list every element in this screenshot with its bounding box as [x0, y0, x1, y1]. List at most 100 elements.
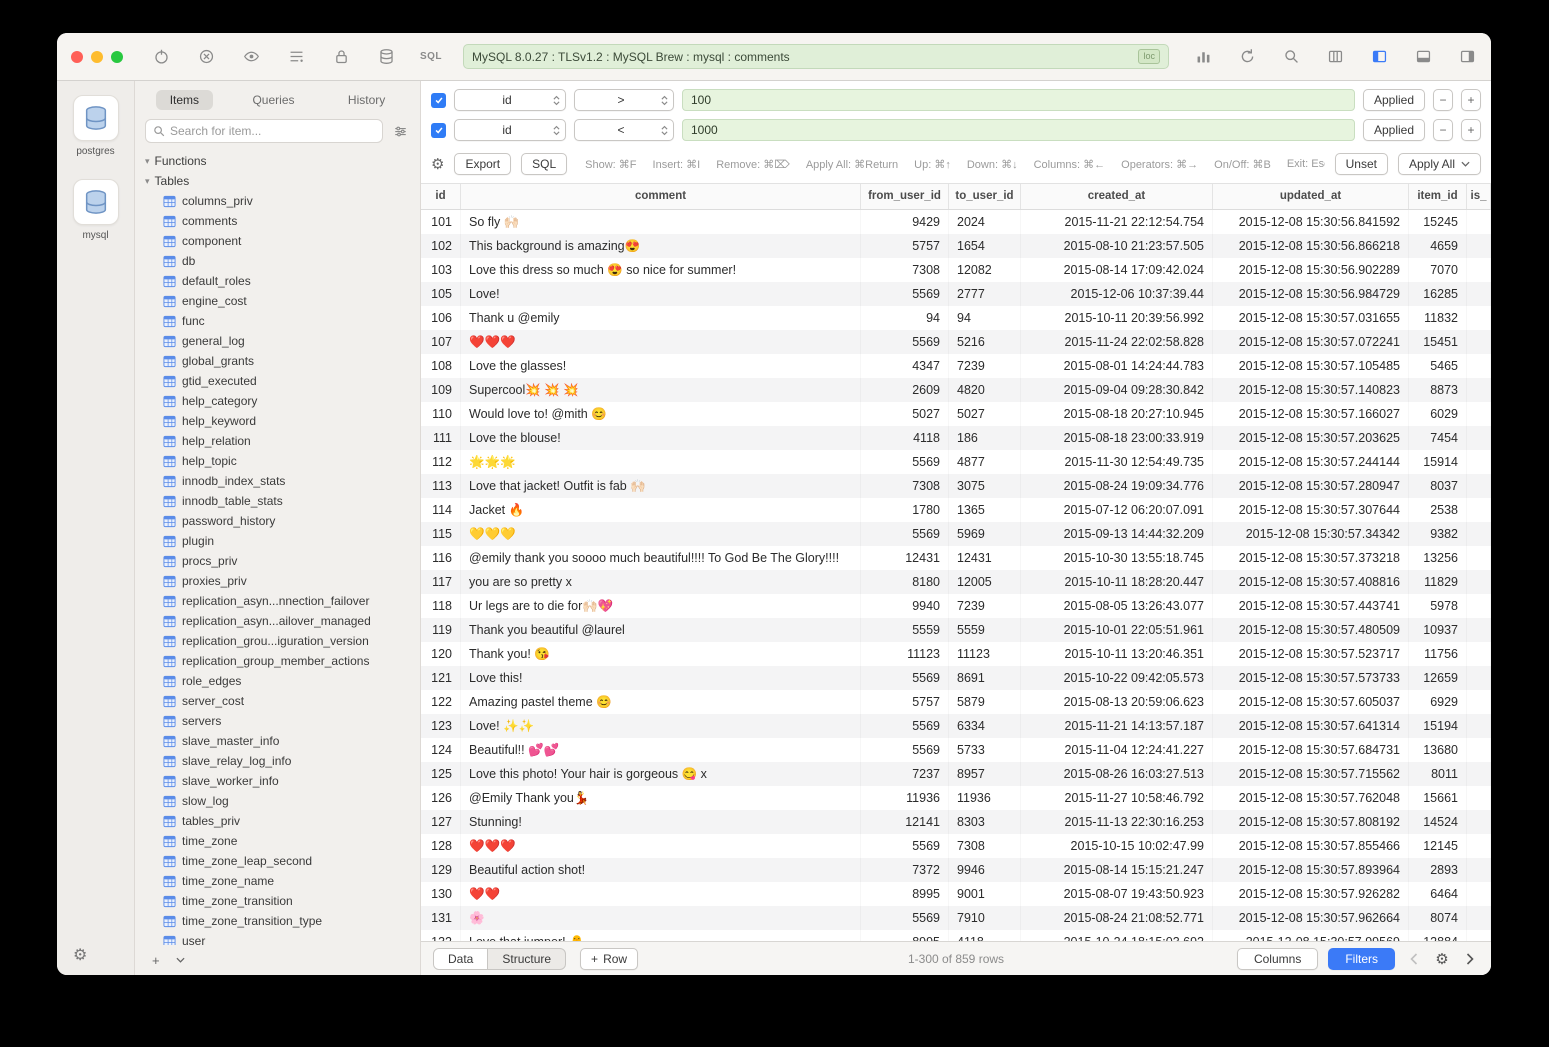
- cell-id[interactable]: 111: [421, 426, 461, 450]
- cell-item-id[interactable]: 2893: [1409, 858, 1467, 882]
- cell-item-id[interactable]: 6929: [1409, 690, 1467, 714]
- column-header-to-user-id[interactable]: to_user_id: [949, 184, 1021, 209]
- cell-to-user-id[interactable]: 7239: [949, 594, 1021, 618]
- sidebar-table-item[interactable]: general_log: [135, 331, 420, 351]
- sidebar-table-item[interactable]: replication_group_member_actions: [135, 651, 420, 671]
- cell-updated-at[interactable]: 2015-12-08 15:30:57.605037: [1213, 690, 1409, 714]
- table-row[interactable]: 126 @Emily Thank you💃 11936 11936 2015-1…: [421, 786, 1491, 810]
- sidebar-search[interactable]: [145, 119, 383, 143]
- table-row[interactable]: 101 So fly 🙌🏻 9429 2024 2015-11-21 22:12…: [421, 210, 1491, 234]
- cell-updated-at[interactable]: 2015-12-08 15:30:56.866218: [1213, 234, 1409, 258]
- cell-created-at[interactable]: 2015-10-11 18:28:20.447: [1021, 570, 1213, 594]
- cell-updated-at[interactable]: 2015-12-08 15:30:57.031655: [1213, 306, 1409, 330]
- cell-to-user-id[interactable]: 11123: [949, 642, 1021, 666]
- cell-from-user-id[interactable]: 9940: [861, 594, 949, 618]
- sidebar-table-item[interactable]: servers: [135, 711, 420, 731]
- cell-updated-at[interactable]: 2015-12-08 15:30:57.523717: [1213, 642, 1409, 666]
- cell-is[interactable]: [1467, 882, 1491, 906]
- cell-comment[interactable]: Thank you beautiful @laurel: [461, 618, 861, 642]
- cell-is[interactable]: [1467, 690, 1491, 714]
- add-item-dropdown[interactable]: [169, 951, 192, 969]
- cell-from-user-id[interactable]: 11123: [861, 642, 949, 666]
- cell-is[interactable]: [1467, 666, 1491, 690]
- cell-comment[interactable]: So fly 🙌🏻: [461, 210, 861, 234]
- cell-from-user-id[interactable]: 2609: [861, 378, 949, 402]
- connection-postgres[interactable]: postgres: [73, 95, 119, 157]
- connect-icon[interactable]: [151, 47, 171, 67]
- column-header-id[interactable]: id: [421, 184, 461, 209]
- cell-from-user-id[interactable]: 94: [861, 306, 949, 330]
- cell-is[interactable]: [1467, 738, 1491, 762]
- search-input[interactable]: [170, 124, 375, 138]
- cell-comment[interactable]: This background is amazing😍: [461, 234, 861, 258]
- cell-updated-at[interactable]: 2015-12-08 15:30:57.408816: [1213, 570, 1409, 594]
- cell-updated-at[interactable]: 2015-12-08 15:30:57.280947: [1213, 474, 1409, 498]
- cell-id[interactable]: 113: [421, 474, 461, 498]
- cell-to-user-id[interactable]: 2024: [949, 210, 1021, 234]
- cell-comment[interactable]: Love this!: [461, 666, 861, 690]
- cell-created-at[interactable]: 2015-08-18 23:00:33.919: [1021, 426, 1213, 450]
- cell-from-user-id[interactable]: 5569: [861, 330, 949, 354]
- cell-id[interactable]: 127: [421, 810, 461, 834]
- cell-comment[interactable]: Beautiful action shot!: [461, 858, 861, 882]
- add-filter-button[interactable]: +: [1461, 119, 1481, 141]
- filter-options-icon[interactable]: [390, 121, 410, 141]
- cell-is[interactable]: [1467, 210, 1491, 234]
- previous-page-icon[interactable]: [1405, 950, 1423, 968]
- zoom-window-button[interactable]: [111, 51, 123, 63]
- cell-item-id[interactable]: 15661: [1409, 786, 1467, 810]
- table-row[interactable]: 116 @emily thank you soooo much beautifu…: [421, 546, 1491, 570]
- sidebar-table-item[interactable]: time_zone_leap_second: [135, 851, 420, 871]
- sidebar-table-item[interactable]: global_grants: [135, 351, 420, 371]
- cell-created-at[interactable]: 2015-08-24 21:08:52.771: [1021, 906, 1213, 930]
- table-view-options-icon[interactable]: [1325, 47, 1345, 67]
- process-list-icon[interactable]: [286, 47, 306, 67]
- tab-data[interactable]: Data: [434, 949, 488, 969]
- cell-id[interactable]: 102: [421, 234, 461, 258]
- cell-id[interactable]: 108: [421, 354, 461, 378]
- cell-comment[interactable]: Amazing pastel theme 😊: [461, 690, 861, 714]
- cell-from-user-id[interactable]: 5027: [861, 402, 949, 426]
- cell-updated-at[interactable]: 2015-12-08 15:30:57.105485: [1213, 354, 1409, 378]
- sidebar-table-item[interactable]: columns_priv: [135, 191, 420, 211]
- cell-to-user-id[interactable]: 7239: [949, 354, 1021, 378]
- cell-created-at[interactable]: 2015-08-18 20:27:10.945: [1021, 402, 1213, 426]
- cell-item-id[interactable]: 11832: [1409, 306, 1467, 330]
- sidebar-table-item[interactable]: role_edges: [135, 671, 420, 691]
- cell-item-id[interactable]: 11829: [1409, 570, 1467, 594]
- cell-comment[interactable]: Thank you! 😘: [461, 642, 861, 666]
- cell-id[interactable]: 117: [421, 570, 461, 594]
- cell-updated-at[interactable]: 2015-12-08 15:30:56.841592: [1213, 210, 1409, 234]
- cell-comment[interactable]: you are so pretty x: [461, 570, 861, 594]
- cell-item-id[interactable]: 9382: [1409, 522, 1467, 546]
- cell-from-user-id[interactable]: 7372: [861, 858, 949, 882]
- cell-updated-at[interactable]: 2015-12-08 15:30:57.443741: [1213, 594, 1409, 618]
- cell-created-at[interactable]: 2015-08-05 13:26:43.077: [1021, 594, 1213, 618]
- cell-is[interactable]: [1467, 714, 1491, 738]
- sidebar-table-item[interactable]: func: [135, 311, 420, 331]
- filter-operator-select[interactable]: >: [574, 89, 674, 111]
- cell-item-id[interactable]: 8074: [1409, 906, 1467, 930]
- cell-to-user-id[interactable]: 5969: [949, 522, 1021, 546]
- table-row[interactable]: 124 Beautiful!! 💕💕 5569 5733 2015-11-04 …: [421, 738, 1491, 762]
- cell-from-user-id[interactable]: 5757: [861, 234, 949, 258]
- table-row[interactable]: 115 💛💛💛 5569 5969 2015-09-13 14:44:32.20…: [421, 522, 1491, 546]
- cell-to-user-id[interactable]: 4118: [949, 930, 1021, 941]
- cell-updated-at[interactable]: 2015-12-08 15:30:57.926282: [1213, 882, 1409, 906]
- table-settings-gear-icon[interactable]: ⚙: [431, 155, 444, 173]
- export-button[interactable]: Export: [454, 153, 511, 175]
- cell-created-at[interactable]: 2015-12-06 10:37:39.44: [1021, 282, 1213, 306]
- cell-from-user-id[interactable]: 5569: [861, 522, 949, 546]
- cell-created-at[interactable]: 2015-11-13 22:30:16.253: [1021, 810, 1213, 834]
- sidebar-table-item[interactable]: slow_log: [135, 791, 420, 811]
- cell-item-id[interactable]: 6029: [1409, 402, 1467, 426]
- cell-item-id[interactable]: 5465: [1409, 354, 1467, 378]
- cell-id[interactable]: 101: [421, 210, 461, 234]
- cell-created-at[interactable]: 2015-08-01 14:24:44.783: [1021, 354, 1213, 378]
- cell-id[interactable]: 107: [421, 330, 461, 354]
- table-row[interactable]: 113 Love that jacket! Outfit is fab 🙌🏻 7…: [421, 474, 1491, 498]
- cell-is[interactable]: [1467, 642, 1491, 666]
- cell-id[interactable]: 118: [421, 594, 461, 618]
- sidebar-table-item[interactable]: time_zone: [135, 831, 420, 851]
- cell-to-user-id[interactable]: 7308: [949, 834, 1021, 858]
